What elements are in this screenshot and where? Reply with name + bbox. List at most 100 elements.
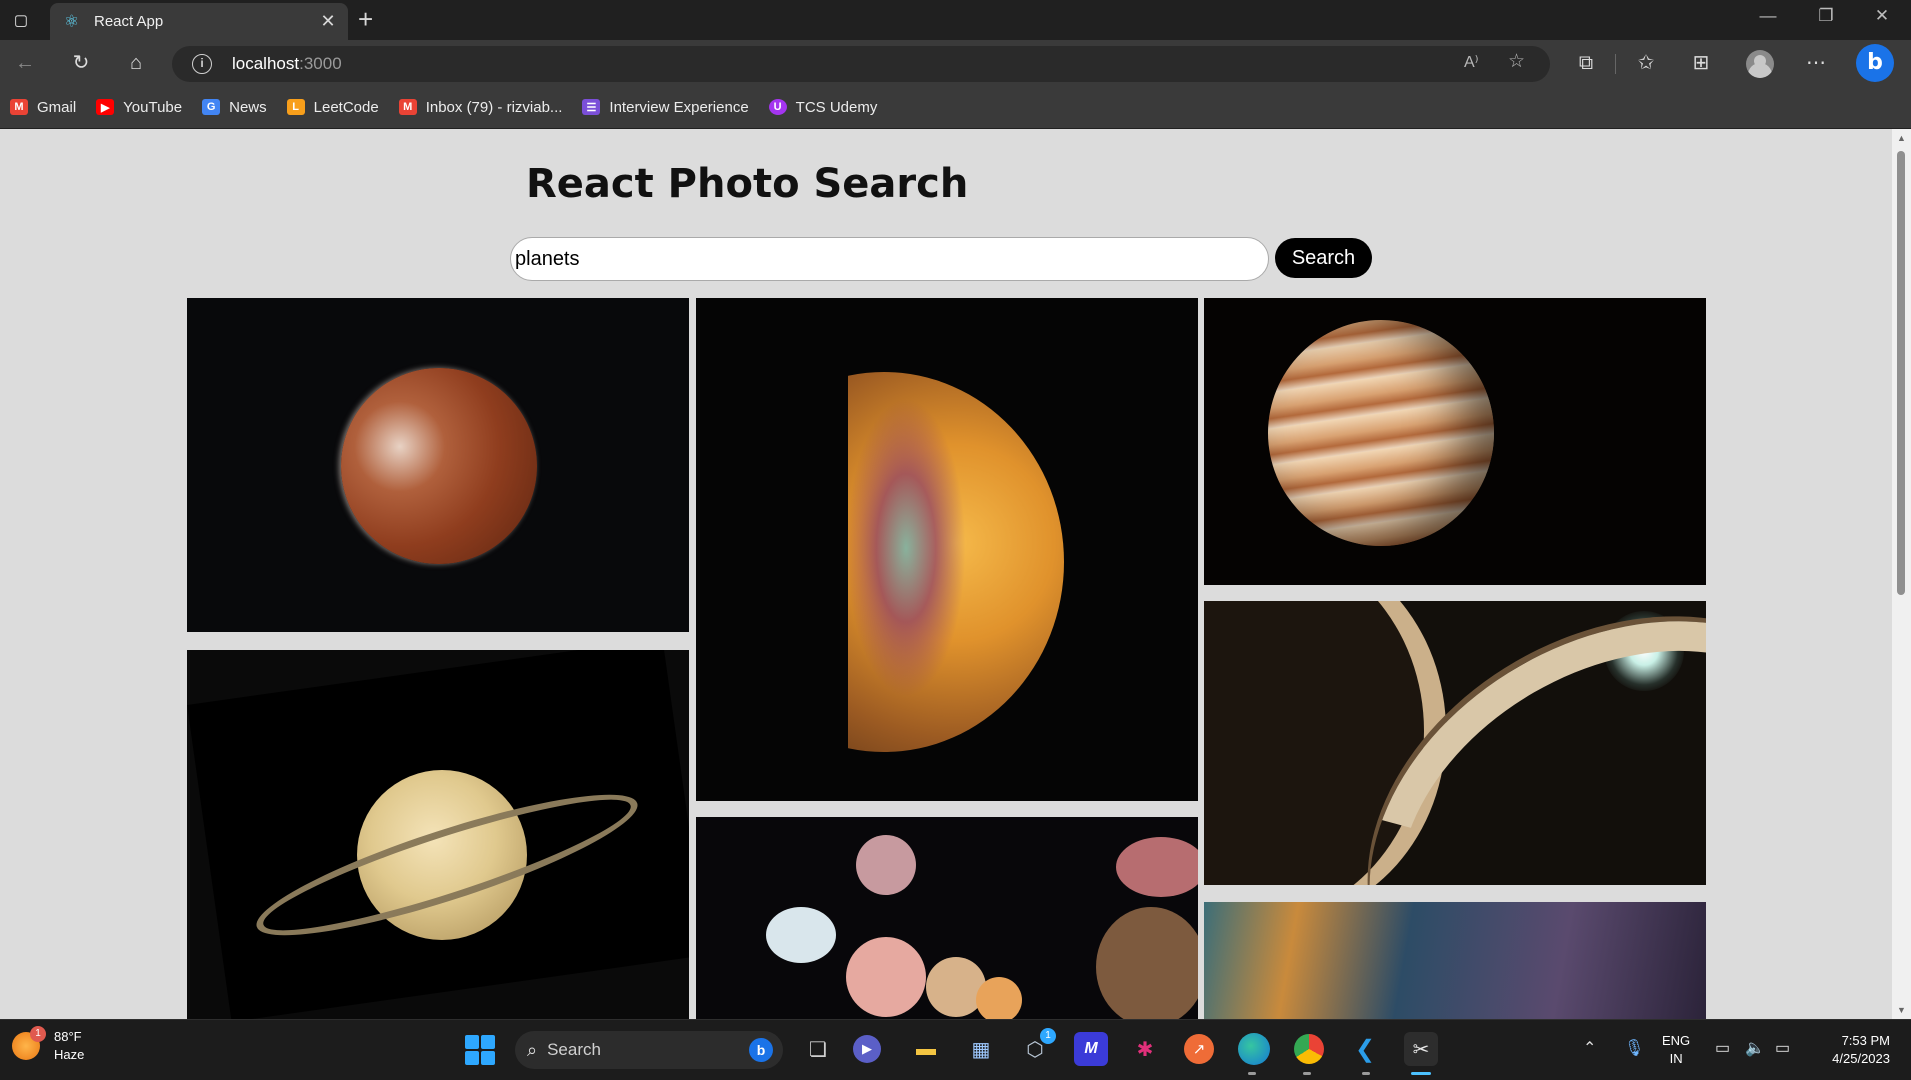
page-viewport: React Photo Search Search [0,129,1892,1019]
news-icon: G [202,99,221,115]
bookmark-inbox[interactable]: M Inbox (79) - rizviab... [398,99,562,116]
photo-saturn[interactable] [187,650,689,1019]
scrollbar-thumb[interactable] [1897,151,1905,595]
running-indicator [1362,1072,1370,1075]
list-icon: ☰ [582,99,601,115]
refresh-icon[interactable]: ↻ [66,50,96,76]
moon-image [341,368,537,564]
tab-actions-icon[interactable]: ▢ [8,8,34,32]
weather-haze-icon: 1 [12,1026,46,1060]
bookmark-youtube[interactable]: ▶ YouTube [96,99,182,116]
photo-nebula[interactable] [1204,902,1706,1019]
minimize-icon[interactable]: — [1748,6,1788,26]
new-tab-button[interactable]: + [358,4,373,35]
bookmark-gmail[interactable]: M Gmail [10,99,76,116]
browser-toolbar: ← ↻ ⌂ i localhost:3000 A⁾ ☆ ⧉ ✩ ⊞ ⋯ [0,40,1911,86]
teams-chat-icon[interactable]: ▶ [853,1035,881,1063]
windows-taskbar: 1 88°F Haze ⌕ Search b ❏ ▶ ▬ ▦ ⬡ 1 M ✱ ↗ … [0,1019,1911,1080]
volume-icon[interactable]: 🔈 [1745,1038,1765,1058]
react-icon: ⚛ [64,11,80,31]
planet-bubble [976,977,1022,1019]
photo-jupiter[interactable] [1204,298,1706,585]
favorites-icon[interactable]: ✩ [1631,50,1661,76]
add-favorite-icon[interactable]: ☆ [1508,50,1525,73]
scroll-down-icon[interactable]: ▼ [1897,1005,1906,1015]
search-input[interactable] [510,237,1269,281]
bing-icon: b [749,1038,773,1062]
restore-icon[interactable]: ❐ [1806,6,1846,26]
start-button[interactable] [465,1035,495,1065]
photo-marbled-planet[interactable] [696,298,1198,801]
language-indicator[interactable]: ENG IN [1662,1032,1690,1068]
photo-moon[interactable] [187,298,689,632]
weather-badge: 1 [30,1026,46,1042]
active-indicator [1411,1072,1431,1075]
planet-bubble [1116,837,1198,897]
tab-title: React App [94,13,164,30]
taskbar-search[interactable]: ⌕ Search b [515,1031,783,1069]
youtube-icon: ▶ [96,99,115,115]
running-indicator [1248,1072,1256,1075]
profile-avatar[interactable] [1746,50,1774,78]
search-icon: ⌕ [527,1039,538,1060]
back-icon[interactable]: ← [10,50,40,76]
microsoft-store-icon[interactable]: ▦ [964,1032,998,1066]
slack-icon[interactable]: ✱ [1128,1032,1162,1066]
tab-strip: ▢ ⚛ React App ✕ + — ❐ ✕ [0,0,1911,40]
planet-bubble [1096,907,1198,1019]
taskbar-search-label: Search [547,1040,601,1059]
bookmark-news[interactable]: G News [202,99,267,116]
microphone-icon[interactable]: 🎙 [1624,1038,1644,1058]
address-bar[interactable]: i localhost:3000 A⁾ ☆ [172,46,1550,82]
bing-chat-icon[interactable]: b [1856,44,1894,82]
show-hidden-icons[interactable]: ⌃ [1583,1038,1596,1058]
running-indicator [1303,1072,1311,1075]
close-tab-icon[interactable]: ✕ [318,11,338,32]
bookmark-interview-experience[interactable]: ☰ Interview Experience [582,99,749,116]
battery-icon[interactable]: ▭ [1775,1038,1790,1058]
site-info-icon[interactable]: i [192,54,212,74]
bookmark-leetcode[interactable]: L LeetCode [286,99,379,116]
app-notification-badge: 1 [1040,1028,1056,1044]
photo-ringed-planet[interactable] [1204,601,1706,885]
udemy-icon: U [768,99,787,115]
postman-icon[interactable]: ↗ [1184,1034,1214,1064]
edge-icon[interactable] [1238,1033,1270,1065]
extensions-icon[interactable]: ⧉ [1571,50,1601,76]
collections-icon[interactable]: ⊞ [1686,50,1716,76]
app-icon-badged[interactable]: ⬡ 1 [1018,1028,1056,1066]
vertical-scrollbar[interactable]: ▲ ▼ [1892,129,1911,1019]
tab-react-app[interactable]: ⚛ React App ✕ [50,3,348,40]
task-view-icon[interactable]: ❏ [801,1032,835,1066]
scroll-up-icon[interactable]: ▲ [1897,133,1906,143]
system-clock[interactable]: 7:53 PM 4/25/2023 [1812,1032,1890,1068]
more-options-icon[interactable]: ⋯ [1801,50,1831,76]
photo-planets-group[interactable] [696,817,1198,1019]
toolbar-divider [1615,54,1616,74]
page-title: React Photo Search [526,161,969,207]
planet-bubble [766,907,836,963]
network-icon[interactable]: ▭ [1715,1038,1730,1058]
url-text[interactable]: localhost:3000 [232,54,342,74]
weather-widget[interactable]: 1 88°F Haze [12,1026,85,1064]
search-button[interactable]: Search [1275,238,1372,278]
read-aloud-icon[interactable]: A⁾ [1464,52,1479,72]
leetcode-icon: L [286,99,305,115]
close-window-icon[interactable]: ✕ [1862,6,1902,26]
home-icon[interactable]: ⌂ [121,50,151,76]
jupiter-image [1268,320,1494,546]
weather-temp: 88°F [54,1029,82,1044]
bookmarks-bar: M Gmail ▶ YouTube G News L LeetCode M Inbox (… [0,86,1911,128]
vscode-icon[interactable]: ❮ [1348,1032,1382,1066]
gmail-icon: M [398,99,417,115]
planet-bubble [846,937,926,1017]
chrome-icon[interactable] [1294,1034,1324,1064]
dev-app-icon[interactable]: M [1074,1032,1108,1066]
planet-swirl [846,398,966,698]
file-explorer-icon[interactable]: ▬ [909,1032,943,1066]
planet-bubble [856,835,916,895]
snipping-tool-icon[interactable]: ✂ [1404,1032,1438,1066]
weather-desc: Haze [54,1047,85,1062]
bookmark-tcs-udemy[interactable]: U TCS Udemy [768,99,877,116]
gmail-icon: M [10,99,28,115]
